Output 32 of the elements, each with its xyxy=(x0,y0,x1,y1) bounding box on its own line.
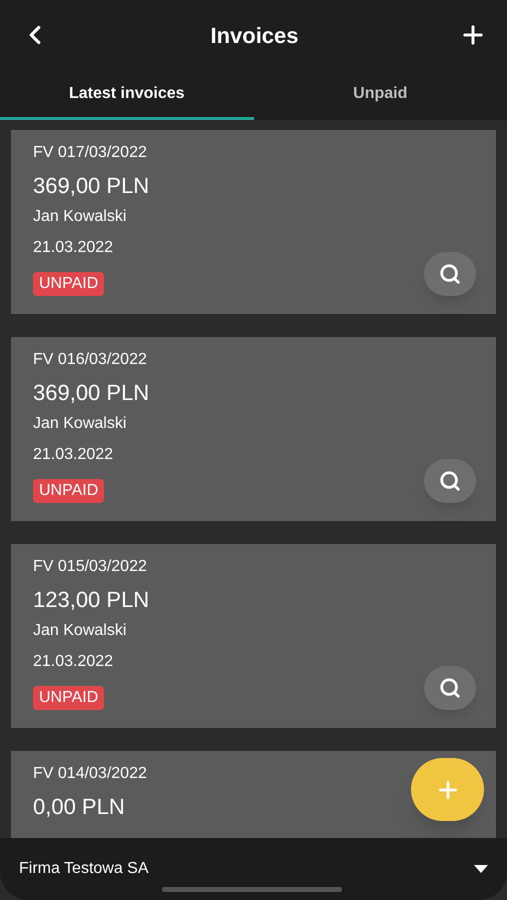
search-button[interactable] xyxy=(424,666,476,710)
company-selector[interactable]: Firma Testowa SA xyxy=(0,838,507,900)
search-icon xyxy=(439,263,461,285)
invoice-number: FV 016/03/2022 xyxy=(33,350,147,370)
client-name: Jan Kowalski xyxy=(33,621,126,641)
invoice-amount: 369,00 PLN xyxy=(33,379,150,407)
client-name: Jan Kowalski xyxy=(33,207,126,227)
invoice-number: FV 014/03/2022 xyxy=(33,764,147,784)
invoice-date: 21.03.2022 xyxy=(33,445,114,465)
tab[interactable]: Unpaid xyxy=(254,70,507,120)
invoice-card[interactable]: FV 014/03/2022 0,00 PLN xyxy=(11,751,496,838)
search-button[interactable] xyxy=(424,252,476,296)
invoice-number: FV 015/03/2022 xyxy=(33,557,147,577)
invoice-amount: 369,00 PLN xyxy=(33,172,150,200)
search-icon xyxy=(439,470,461,492)
invoice-card[interactable]: FV 017/03/2022 369,00 PLN Jan Kowalski 21.03.2022 UNPAID xyxy=(11,130,496,314)
invoice-date: 21.03.2022 xyxy=(33,238,114,258)
client-name: Jan Kowalski xyxy=(33,414,126,434)
tab[interactable]: Latest invoices xyxy=(0,70,254,120)
search-icon xyxy=(439,677,461,699)
invoice-number: FV 017/03/2022 xyxy=(33,143,147,163)
invoice-amount: 0,00 PLN xyxy=(33,793,125,821)
status-badge: UNPAID xyxy=(33,479,104,503)
invoice-date: 21.03.2022 xyxy=(33,652,114,672)
invoice-amount: 123,00 PLN xyxy=(33,586,150,614)
status-badge: UNPAID xyxy=(33,686,104,710)
search-button[interactable] xyxy=(424,459,476,503)
dropdown-icon xyxy=(474,865,488,873)
page-title: Invoices xyxy=(210,22,299,50)
invoice-card[interactable]: FV 015/03/2022 123,00 PLN Jan Kowalski 21.03.2022 UNPAID xyxy=(11,544,496,728)
invoice-card[interactable]: FV 016/03/2022 369,00 PLN Jan Kowalski 21.03.2022 UNPAID xyxy=(11,337,496,521)
status-badge: UNPAID xyxy=(33,272,104,296)
